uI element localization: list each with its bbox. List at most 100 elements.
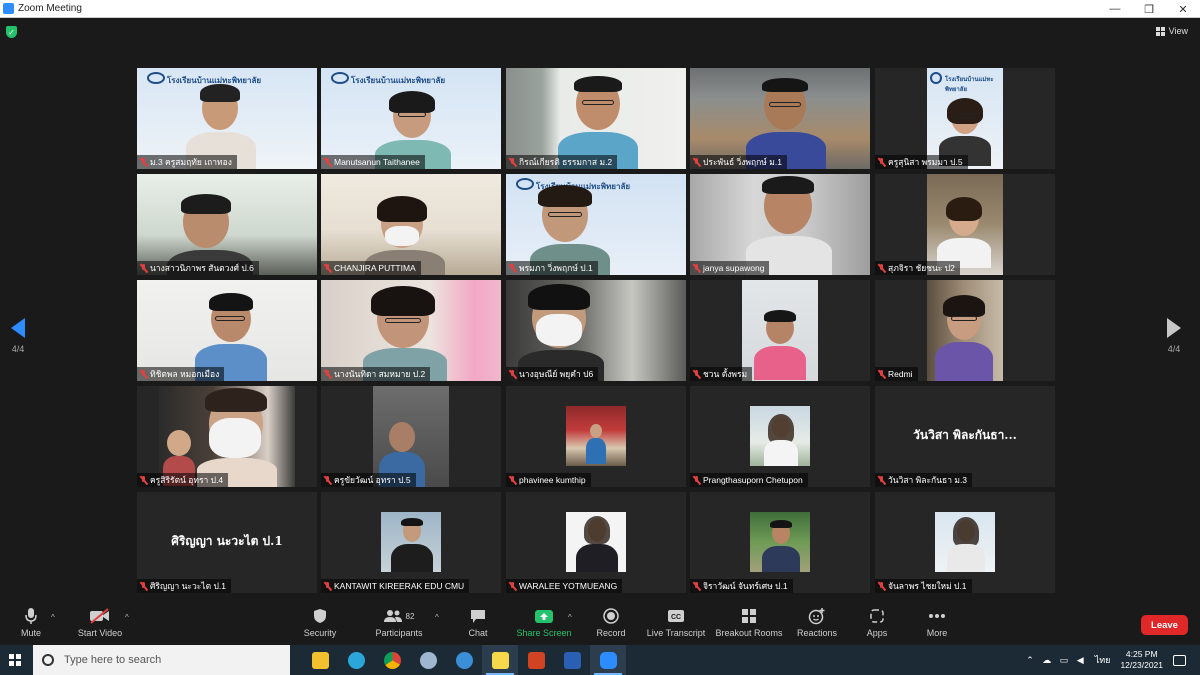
participant-display-name: วันวิสา พิละกันธา...	[913, 428, 1017, 442]
participant-tile[interactable]: สุภจิรา ชัยชนะ ป2	[875, 174, 1055, 275]
mic-muted-icon	[140, 581, 147, 591]
mic-muted-icon	[324, 263, 331, 273]
previous-page-button[interactable]: 4/4	[7, 318, 29, 354]
chrome-taskbar-button[interactable]	[374, 645, 410, 675]
participant-video	[373, 386, 449, 487]
shield-icon[interactable]: ✓	[6, 26, 17, 38]
participant-tile[interactable]: ทิชิตพล หมอกเมือง	[137, 280, 317, 381]
internet-explorer-taskbar-button[interactable]	[446, 645, 482, 675]
edge-taskbar-button[interactable]	[338, 645, 374, 675]
chat-icon	[471, 609, 485, 623]
mic-muted-icon	[509, 475, 516, 485]
close-button[interactable]: ✕	[1166, 0, 1200, 18]
participant-name-label: พรมภา วิ่งพฤกษ์ ป.1	[506, 261, 598, 275]
participant-profile-photo	[750, 512, 810, 572]
mic-muted-icon	[509, 369, 516, 379]
app-taskbar-button[interactable]	[410, 645, 446, 675]
participant-tile[interactable]: Redmi	[875, 280, 1055, 381]
word-icon	[563, 651, 581, 669]
participant-tile[interactable]: Prangthasuporn Chetupon	[690, 386, 870, 487]
taskbar-search-placeholder: Type here to search	[64, 654, 162, 666]
security-label: Security	[303, 628, 337, 638]
participant-profile-photo	[566, 512, 626, 572]
next-page-button[interactable]: 4/4	[1163, 318, 1185, 354]
participant-tile[interactable]: โรงเรียนบ้านแม่ทะพิทยาลัย Manutsanun Tai…	[321, 68, 501, 169]
page-indicator-right: 4/4	[1167, 344, 1181, 354]
clock-date: 12/23/2021	[1120, 660, 1163, 670]
mic-muted-icon	[693, 157, 700, 167]
participant-tile[interactable]: ศิริญญา นะวะไต ป.1 ศิริญญา นะวะไต ป.1	[137, 492, 317, 593]
zoom-icon	[599, 651, 617, 669]
word-taskbar-button[interactable]	[554, 645, 590, 675]
zoom-taskbar-button[interactable]	[590, 645, 626, 675]
participant-video	[159, 386, 295, 487]
sticky-notes-taskbar-button[interactable]	[482, 645, 518, 675]
participant-tile[interactable]: นางนันทิดา สมหมาย ป.2	[321, 280, 501, 381]
start-button[interactable]	[0, 645, 30, 675]
participant-tile[interactable]: KANTAWIT KIREERAK EDU CMU	[321, 492, 501, 593]
participant-profile-photo	[750, 406, 810, 466]
live-transcript-button[interactable]: CC Live Transcript	[636, 607, 716, 638]
video-options-caret[interactable]: ^	[125, 613, 129, 622]
start-video-button[interactable]: Start Video	[60, 607, 140, 638]
participant-video: โรงเรียนบ้านแม่ทะพิทยาลัย	[927, 68, 1003, 169]
notification-center-icon[interactable]	[1173, 654, 1186, 666]
participant-name-label: WARALEE YOTMUEANG	[506, 579, 623, 593]
powerpoint-taskbar-button[interactable]	[518, 645, 554, 675]
participant-name-label: Manutsanun Taithanee	[321, 155, 425, 169]
minimize-button[interactable]: —	[1098, 0, 1132, 18]
breakout-rooms-label: Breakout Rooms	[715, 628, 783, 638]
mic-muted-icon	[140, 263, 147, 273]
participant-tile[interactable]: วันวิสา พิละกันธา... วันวิสา พิละกันธา ม…	[875, 386, 1055, 487]
security-button[interactable]: Security	[280, 607, 360, 638]
participant-tile[interactable]: นางสาวนิภาพร สันตวงศ์ ป.6	[137, 174, 317, 275]
participants-button[interactable]: 82 Participants	[359, 607, 439, 638]
participant-tile[interactable]: นางอุษณีย์ พยุคำ ป6	[506, 280, 686, 381]
participant-profile-photo	[381, 512, 441, 572]
participant-tile[interactable]: จิราวัฒน์ จันทร์เศษ ป.1	[690, 492, 870, 593]
windows-taskbar: Type here to search ⌃ ☁ ▭ ◀ ไทย 4:25 PM …	[0, 645, 1200, 675]
mic-muted-icon	[878, 157, 885, 167]
participant-tile[interactable]: จันลาพร ไชยใหม่ ป.1	[875, 492, 1055, 593]
meeting-toolbar: Mute ^ Start Video ^ Security 82 Partici…	[0, 603, 1200, 645]
input-language[interactable]: ไทย	[1095, 653, 1111, 667]
participant-tile[interactable]: ชวน ตั้งพรม	[690, 280, 870, 381]
more-dots-icon	[929, 614, 945, 618]
chevron-left-icon	[11, 318, 25, 338]
more-button[interactable]: More	[897, 607, 977, 638]
window-controls: — ❐ ✕	[1098, 0, 1200, 18]
file-explorer-taskbar-button[interactable]	[302, 645, 338, 675]
taskbar-search-box[interactable]: Type here to search	[33, 645, 290, 675]
participant-tile[interactable]: ประพันธ์ วิ่งพฤกษ์ ม.1	[690, 68, 870, 169]
participant-video	[690, 68, 870, 169]
participant-tile[interactable]: โรงเรียนบ้านแม่ทะพิทยาลัย ครูสุนิสา พรมม…	[875, 68, 1055, 169]
view-button[interactable]: View	[1155, 26, 1188, 36]
participant-tile[interactable]: โรงเรียนบ้านแม่ทะพิทยาลัย พรมภา วิ่งพฤกษ…	[506, 174, 686, 275]
participant-name-label: ครูสุนิสา พรมมา ป.5	[875, 155, 968, 169]
mic-muted-icon	[324, 475, 331, 485]
participant-tile[interactable]: ครูสิริรัตน์ อุทรา ป.4	[137, 386, 317, 487]
live-transcript-label: Live Transcript	[646, 628, 706, 638]
mic-muted-icon	[140, 475, 147, 485]
shield-icon	[314, 609, 326, 623]
participant-tile[interactable]: กิรณ์เกียรติ ธรรมกาส ม.2	[506, 68, 686, 169]
participant-tile[interactable]: โรงเรียนบ้านแม่ทะพิทยาลัย ม.3 ครูสมฤทัย …	[137, 68, 317, 169]
mic-muted-icon	[324, 157, 331, 167]
participant-tile[interactable]: janya supawong	[690, 174, 870, 275]
participant-tile[interactable]: ครูขัยวัฒน์ อุทรา ป.5	[321, 386, 501, 487]
participants-icon	[383, 610, 402, 622]
participants-count: 82	[405, 611, 415, 621]
internet-explorer-icon	[455, 651, 473, 669]
mic-muted-icon	[693, 475, 700, 485]
participant-tile[interactable]: phavinee kumthip	[506, 386, 686, 487]
clock[interactable]: 4:25 PM 12/23/2021	[1120, 649, 1163, 671]
tray-icons[interactable]: ⌃ ☁ ▭ ◀	[1026, 655, 1086, 666]
participant-video: โรงเรียนบ้านแม่ทะพิทยาลัย	[506, 174, 686, 275]
mute-options-caret[interactable]: ^	[51, 613, 55, 622]
restore-button[interactable]: ❐	[1132, 0, 1166, 18]
participant-tile[interactable]: CHANJIRA PUTTIMA	[321, 174, 501, 275]
participant-name-label: phavinee kumthip	[506, 473, 591, 487]
participant-tile[interactable]: WARALEE YOTMUEANG	[506, 492, 686, 593]
leave-button[interactable]: Leave	[1141, 615, 1188, 635]
participant-name-label: จันลาพร ไชยใหม่ ป.1	[875, 579, 972, 593]
